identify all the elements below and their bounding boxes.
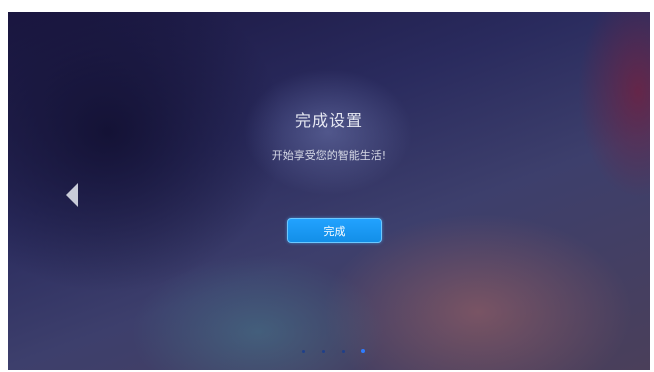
page-dot-4-active bbox=[361, 349, 365, 353]
page-dot-2 bbox=[322, 350, 325, 353]
page-title: 完成设置 bbox=[294, 111, 363, 130]
setup-screen: 完成设置 开始享受您的智能生活! 完成 bbox=[8, 12, 650, 370]
done-button[interactable]: 完成 bbox=[287, 218, 382, 243]
page-dot-3 bbox=[342, 350, 345, 353]
page-indicator bbox=[300, 348, 370, 356]
page-subtitle: 开始享受您的智能生活! bbox=[271, 149, 387, 162]
back-arrow-icon[interactable] bbox=[64, 182, 80, 208]
page-dot-1 bbox=[302, 350, 305, 353]
